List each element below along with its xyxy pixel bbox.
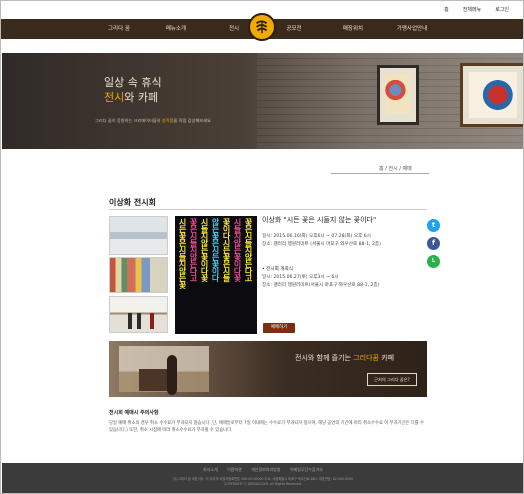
- footer: 회사소개 이용약관 개인정보처리방침 이메일무단수집거부 (주)그리다 꿈 대표…: [2, 463, 523, 493]
- cafe-text-suffix: 카페: [378, 354, 395, 362]
- footer-info: (주)그리다 꿈 대표이사: 이 아무개 사업자등록번호 000-00-0000…: [2, 477, 523, 487]
- util-all-menu-link[interactable]: 전체메뉴: [463, 6, 481, 13]
- exhibit-period: 일시: 2015.06.16(화) 오후6시 ~ 07.28(화) 오후 6시: [262, 234, 371, 239]
- footer-link[interactable]: 개인정보처리방침: [251, 467, 280, 472]
- nav-item-menu[interactable]: 메뉴소개: [156, 19, 196, 39]
- hero-subtitle-suffix: 을 직접 감상해보세요: [173, 118, 211, 123]
- hero-line1: 일상 속 휴식: [104, 76, 162, 89]
- util-login-link[interactable]: 로그인: [495, 6, 509, 13]
- nav-item-store-location[interactable]: 매장위치: [333, 19, 373, 39]
- footer-link[interactable]: 이용약관: [227, 467, 242, 472]
- gallery-thumbnail[interactable]: [109, 216, 168, 255]
- painting-image: [460, 63, 523, 127]
- notice-body: 당일 예매 취소의 경우 취소 수수료가 부과되지 않습니다. 단, 예매일로부…: [109, 421, 424, 433]
- hero-line2: 와 카페: [124, 91, 159, 104]
- exhibit-title: 이상화 "시든 꽃은 시들지 않는 꽃이다": [262, 216, 377, 224]
- footer-link[interactable]: 이메일무단수집거부: [290, 467, 323, 472]
- nav-item-contest[interactable]: 공모전: [279, 19, 309, 39]
- nav-item-franchise[interactable]: 가맹사업안내: [387, 19, 437, 39]
- footer-links: 회사소개 이용약관 개인정보처리방침 이메일무단수집거부: [2, 467, 523, 473]
- logo-mark-icon: [255, 20, 268, 34]
- page-frame: 홈 전체메뉴 로그인 그리다 꿈 메뉴소개 전시 공모전 매장위치 가맹사업안내…: [0, 0, 524, 494]
- exhibit-place: 장소: 갤러리 행원러미트 (서울시 마포구 와우산로 88-1, 2층): [262, 242, 381, 247]
- title-divider: [109, 209, 427, 210]
- cafe-banner-text: 전시와 함께 즐기는 그리다꿈 카페: [295, 353, 394, 363]
- twitter-icon[interactable]: t: [427, 219, 440, 232]
- breadcrumb-divider: [331, 173, 429, 174]
- cafe-banner: 전시와 함께 즐기는 그리다꿈 카페 근처의 그리다 꿈은?: [109, 341, 427, 397]
- nav-item-exhibition[interactable]: 전시: [220, 19, 248, 39]
- cafe-text-highlight: 그리다꿈: [353, 354, 379, 362]
- brand-logo-icon[interactable]: [248, 13, 276, 41]
- line-icon[interactable]: L: [427, 255, 440, 268]
- hero-banner: 일상 속 휴식 전시와 카페 그리다 꿈이 응원하는 크리에이터들의 창작품을 …: [2, 53, 523, 149]
- exhibition-poster[interactable]: 시든꽃은시들지않는꽃 꽃은시들지않는다고 시들지않는꽃이다꽃 않는꽃은시든꽃이다…: [175, 216, 257, 334]
- hero-highlight: 전시: [104, 91, 125, 104]
- facebook-icon[interactable]: f: [427, 237, 440, 250]
- hero-headline: 일상 속 휴식 전시와 카페: [104, 75, 162, 105]
- util-home-link[interactable]: 홈: [444, 6, 449, 13]
- opening-place: 장소: 갤러리 행원러미트(서울시 마포구 와우산로 88-1, 2층): [262, 283, 380, 288]
- footer-copyright: COPYRIGHT ⓒ GRIDAGGUM. All Rights Reserv…: [224, 482, 302, 486]
- gallery-thumbnail[interactable]: [109, 257, 168, 293]
- notice-heading: 전시회 예매시 주의사항: [109, 410, 159, 416]
- nav-item-griddaggum[interactable]: 그리다 꿈: [97, 19, 141, 39]
- opening-label: • 전시회 개최식: [262, 267, 293, 272]
- gallery-thumbnail[interactable]: [109, 296, 168, 333]
- utility-bar: 홈 전체메뉴 로그인: [444, 6, 509, 13]
- painting-image: [377, 65, 419, 125]
- cafe-text-prefix: 전시와 함께 즐기는: [295, 354, 354, 362]
- find-store-button[interactable]: 근처의 그리다 꿈은?: [367, 373, 417, 386]
- breadcrumb[interactable]: 홈 / 전시 / 예매: [379, 165, 412, 172]
- hero-subtitle-prefix: 그리다 꿈이 응원하는 크리에이터들의: [95, 118, 162, 123]
- guitar-case-image: [167, 355, 177, 395]
- hero-subtitle-highlight: 창작품: [161, 118, 174, 123]
- reserve-button[interactable]: 예매하기: [263, 323, 295, 333]
- hero-subtitle: 그리다 꿈이 응원하는 크리에이터들의 창작품을 직접 감상해보세요: [95, 118, 211, 124]
- page-title: 이상화 전시회: [109, 198, 156, 207]
- footer-link[interactable]: 회사소개: [203, 467, 218, 472]
- chair-image: [139, 369, 169, 391]
- opening-date: 일시: 2015.06.27(토) 오후3시 ~ 6시: [262, 275, 339, 280]
